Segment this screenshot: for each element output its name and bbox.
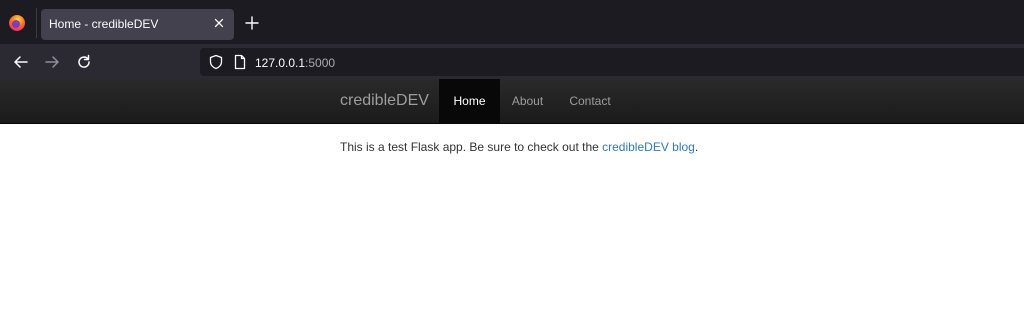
nav-item-label: Contact: [569, 94, 611, 108]
browser-tab-strip: Home - credibleDEV: [0, 0, 1024, 44]
nav-item-label: About: [511, 94, 544, 108]
url-text[interactable]: 127.0.0.1:5000: [255, 56, 335, 70]
nav-item-about[interactable]: About: [500, 79, 555, 123]
tab-title: Home - credibleDEV: [49, 17, 159, 31]
firefox-logo-icon[interactable]: [8, 14, 26, 32]
nav-item-home[interactable]: Home: [439, 79, 500, 123]
tab-separator: [36, 8, 37, 38]
back-arrow-icon[interactable]: [12, 53, 30, 71]
address-bar[interactable]: 127.0.0.1:5000: [200, 48, 1024, 76]
site-brand[interactable]: credibleDEV: [340, 92, 429, 110]
shield-icon[interactable]: [208, 54, 224, 70]
site-navbar: credibleDEV Home About Contact: [0, 79, 1024, 124]
reload-icon[interactable]: [75, 53, 93, 71]
url-host: 127.0.0.1: [255, 56, 306, 70]
browser-toolbar: 127.0.0.1:5000: [0, 44, 1024, 79]
nav-item-contact[interactable]: Contact: [555, 79, 625, 123]
plus-icon[interactable]: [244, 15, 260, 31]
page-icon[interactable]: [233, 54, 247, 70]
intro-paragraph: This is a test Flask app. Be sure to che…: [340, 140, 698, 154]
page-content: This is a test Flask app. Be sure to che…: [0, 124, 1024, 309]
forward-arrow-icon[interactable]: [43, 53, 61, 71]
nav-item-label: Home: [453, 94, 486, 108]
close-icon[interactable]: [212, 16, 226, 30]
blog-link[interactable]: credibleDEV blog: [602, 140, 695, 154]
intro-text: This is a test Flask app. Be sure to che…: [340, 140, 603, 154]
url-port: :5000: [305, 56, 336, 70]
intro-text-end: .: [694, 140, 699, 154]
browser-tab-active[interactable]: Home - credibleDEV: [41, 9, 234, 40]
